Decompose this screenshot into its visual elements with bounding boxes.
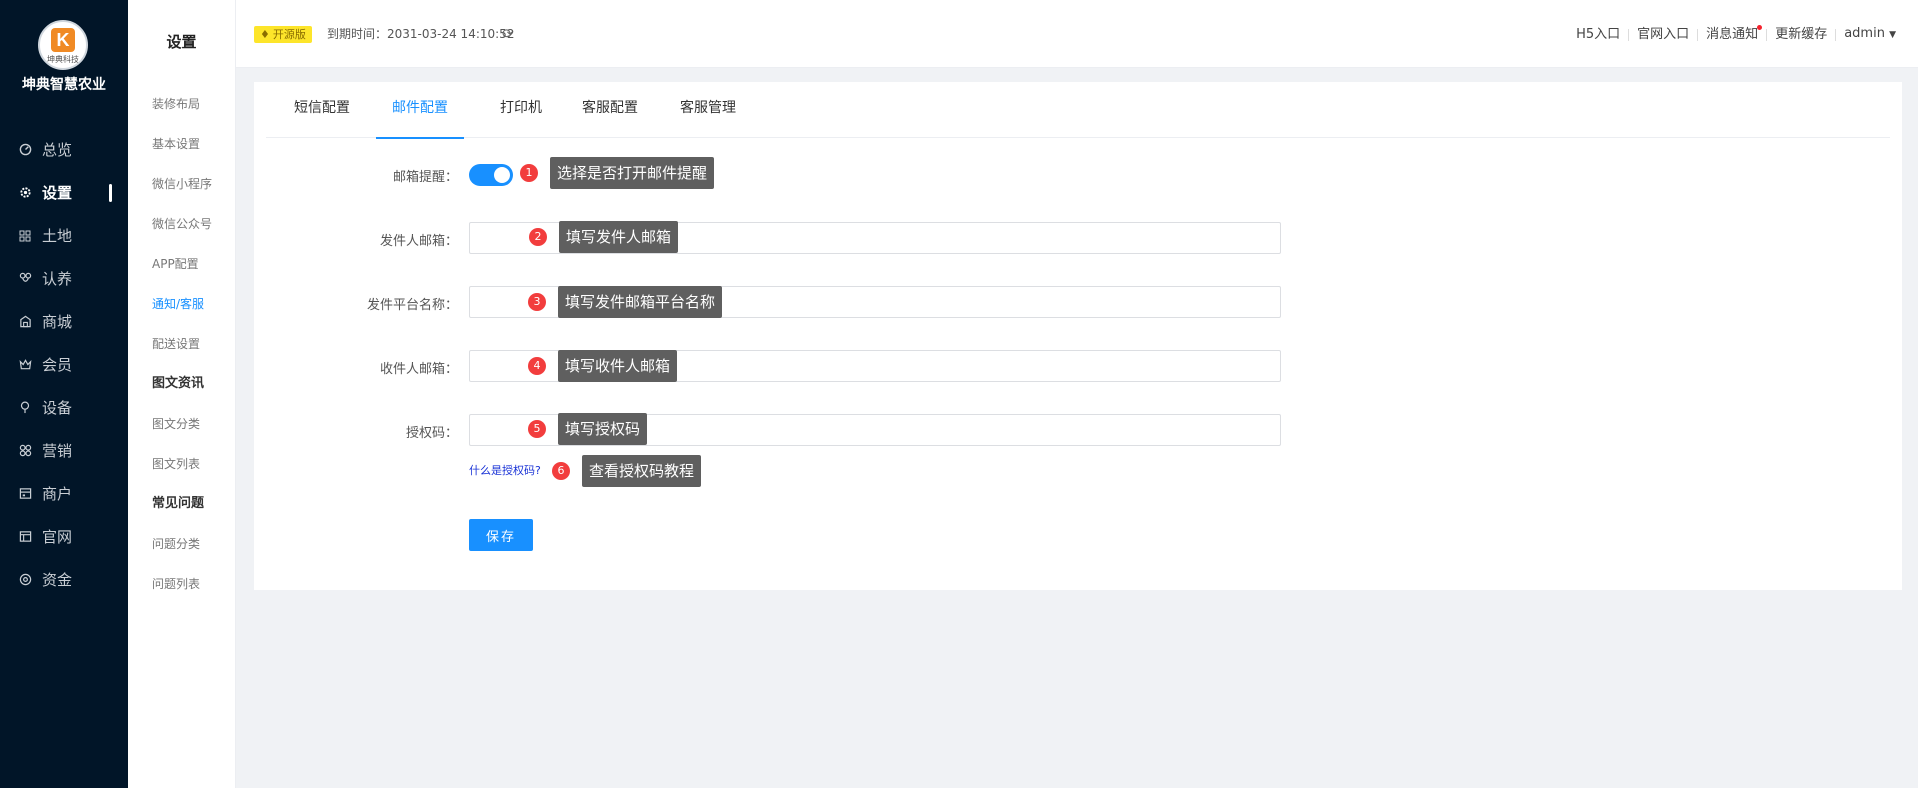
nav-item-label: 商户 <box>42 485 73 503</box>
annotation-marker: 6 <box>552 462 570 480</box>
main-sidebar: K 坤典科技 坤典智慧农业 总览 设置 土地 认养 商城 会员 设备 营销 商户… <box>0 0 128 788</box>
submenu-group-faq: 常见问题 <box>152 496 205 511</box>
annotation-tip: 填写收件人邮箱 <box>558 350 678 382</box>
top-header: ♦ 开源版 到期时间：2031-03-24 14:10:52 ⟳ H5入口 官网入… <box>236 0 1918 68</box>
submenu-group-articles: 图文资讯 <box>152 376 205 391</box>
save-button[interactable]: 保存 <box>469 519 533 551</box>
reminder-switch[interactable] <box>469 164 513 186</box>
annotation-marker: 5 <box>528 420 546 438</box>
what-is-authcode-link[interactable]: 什么是授权码? <box>469 462 541 478</box>
submenu-item-official-account[interactable]: 微信公众号 <box>128 204 235 244</box>
shop-icon <box>18 315 32 329</box>
caret-down-icon: ▼ <box>1889 30 1896 40</box>
merchant-icon <box>18 487 32 501</box>
user-menu[interactable]: admin ▼ <box>1836 24 1904 45</box>
nav-item-land[interactable]: 土地 <box>0 214 128 257</box>
config-tabs: 短信配置 邮件配置 打印机 客服配置 客服管理 <box>266 82 1890 139</box>
logo-subtitle: 坤典科技 <box>47 55 79 64</box>
nav-item-marketing[interactable]: 营销 <box>0 429 128 472</box>
sender-label: 发件人邮箱： <box>379 234 458 249</box>
nav-item-overview[interactable]: 总览 <box>0 128 128 171</box>
nav-item-label: 设备 <box>42 399 73 417</box>
fund-icon <box>18 573 32 587</box>
user-name: admin <box>1844 26 1885 41</box>
brand-name: 坤典智慧农业 <box>22 77 106 93</box>
submenu-title: 设置 <box>166 33 197 51</box>
diamond-icon: ♦ <box>260 28 270 41</box>
grid-icon <box>18 229 32 243</box>
tab-service-manage[interactable]: 客服管理 <box>680 82 736 138</box>
gear-icon <box>18 186 32 200</box>
main-nav: 总览 设置 土地 认养 商城 会员 设备 营销 商户 官网 资金 <box>0 128 128 601</box>
authcode-label: 授权码： <box>405 426 458 441</box>
annotation-tip: 选择是否打开邮件提醒 <box>550 157 715 189</box>
submenu-item-miniprogram[interactable]: 微信小程序 <box>128 164 235 204</box>
submenu-item-article-list[interactable]: 图文列表 <box>128 444 235 484</box>
nav-item-label: 总览 <box>42 141 73 159</box>
refresh-icon[interactable]: ⟳ <box>502 26 513 43</box>
nav-item-adopt[interactable]: 认养 <box>0 257 128 300</box>
nav-item-label: 营销 <box>42 442 73 460</box>
h5-entry-link[interactable]: H5入口 <box>1568 25 1628 45</box>
submenu-item-notice[interactable]: 通知/客服 <box>128 284 235 324</box>
submenu-item-delivery[interactable]: 配送设置 <box>128 324 235 364</box>
settings-submenu: 设置 装修布局 基本设置 微信小程序 微信公众号 APP配置 通知/客服 配送设… <box>128 0 236 788</box>
submenu-item-basic[interactable]: 基本设置 <box>128 124 235 164</box>
receiver-label: 收件人邮箱： <box>379 362 458 377</box>
nav-item-label: 资金 <box>42 571 73 589</box>
brand-logo[interactable]: K 坤典科技 <box>38 20 88 70</box>
edition-badge: ♦ 开源版 <box>254 26 312 43</box>
annotation-tip: 填写授权码 <box>558 413 648 445</box>
crown-icon <box>18 358 32 372</box>
nav-item-merchant[interactable]: 商户 <box>0 472 128 515</box>
marketing-icon <box>18 444 32 458</box>
annotation-marker: 3 <box>528 293 546 311</box>
submenu-item-decoration[interactable]: 装修布局 <box>128 84 235 124</box>
submenu-item-faq-category[interactable]: 问题分类 <box>128 524 235 564</box>
reminder-label: 邮箱提醒： <box>392 170 458 185</box>
edition-label: 开源版 <box>272 28 306 41</box>
dashboard-icon <box>18 143 32 157</box>
nav-item-device[interactable]: 设备 <box>0 386 128 429</box>
expire-time: 到期时间：2031-03-24 14:10:52 <box>327 27 515 41</box>
platform-label: 发件平台名称： <box>366 298 458 313</box>
nav-item-member[interactable]: 会员 <box>0 343 128 386</box>
adopt-icon <box>18 272 32 286</box>
notice-link[interactable]: 消息通知 <box>1698 24 1766 45</box>
submenu-item-article-category[interactable]: 图文分类 <box>128 404 235 444</box>
annotation-marker: 1 <box>520 164 538 182</box>
annotation-tip: 查看授权码教程 <box>582 455 702 487</box>
nav-item-shop[interactable]: 商城 <box>0 300 128 343</box>
tab-email[interactable]: 邮件配置 <box>376 82 464 139</box>
notice-label: 消息通知 <box>1706 26 1759 42</box>
nav-item-label: 认养 <box>42 270 73 288</box>
annotation-tip: 填写发件人邮箱 <box>559 221 679 253</box>
website-icon <box>18 530 32 544</box>
tab-sms[interactable]: 短信配置 <box>294 82 350 138</box>
device-icon <box>18 401 32 415</box>
nav-item-website[interactable]: 官网 <box>0 515 128 558</box>
annotation-marker: 4 <box>528 357 546 375</box>
tab-printer[interactable]: 打印机 <box>500 82 542 138</box>
nav-item-settings[interactable]: 设置 <box>0 171 128 214</box>
update-cache-link[interactable]: 更新缓存 <box>1767 25 1835 45</box>
nav-item-label: 设置 <box>42 184 73 202</box>
site-entry-link[interactable]: 官网入口 <box>1629 25 1697 45</box>
switch-knob <box>494 167 510 183</box>
content-card: 短信配置 邮件配置 打印机 客服配置 客服管理 邮箱提醒： 1 选择是否打开邮件… <box>254 82 1902 590</box>
annotation-marker: 2 <box>529 228 547 246</box>
nav-item-label: 官网 <box>42 528 73 546</box>
nav-item-label: 会员 <box>42 356 73 374</box>
nav-item-fund[interactable]: 资金 <box>0 558 128 601</box>
annotation-tip: 填写发件邮箱平台名称 <box>558 286 723 318</box>
top-nav: H5入口 官网入口 消息通知 更新缓存 admin ▼ <box>1568 24 1904 45</box>
tab-service-config[interactable]: 客服配置 <box>582 82 638 138</box>
logo-letter: K <box>51 28 75 52</box>
notice-dot <box>1757 24 1763 30</box>
submenu-item-app[interactable]: APP配置 <box>128 244 235 284</box>
submenu-item-faq-list[interactable]: 问题列表 <box>128 564 235 604</box>
nav-item-label: 商城 <box>42 313 73 331</box>
nav-item-label: 土地 <box>42 227 73 245</box>
